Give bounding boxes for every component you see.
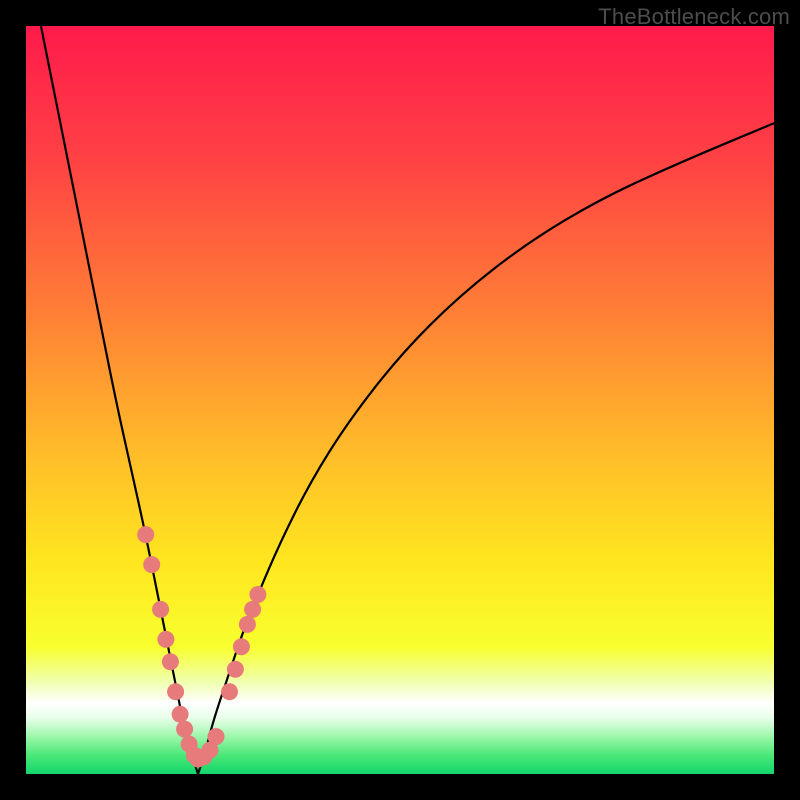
- data-marker: [233, 638, 250, 655]
- data-marker: [172, 706, 189, 723]
- data-marker: [162, 653, 179, 670]
- data-marker: [227, 661, 244, 678]
- data-marker: [152, 601, 169, 618]
- chart-background: [26, 26, 774, 774]
- watermark-text: TheBottleneck.com: [598, 4, 790, 30]
- chart-frame: [26, 26, 774, 774]
- data-marker: [244, 601, 261, 618]
- data-marker: [143, 556, 160, 573]
- chart-svg: [26, 26, 774, 774]
- data-marker: [221, 683, 238, 700]
- data-marker: [249, 586, 266, 603]
- data-marker: [137, 526, 154, 543]
- data-marker: [176, 721, 193, 738]
- data-marker: [208, 728, 225, 745]
- data-marker: [167, 683, 184, 700]
- data-marker: [157, 631, 174, 648]
- data-marker: [239, 616, 256, 633]
